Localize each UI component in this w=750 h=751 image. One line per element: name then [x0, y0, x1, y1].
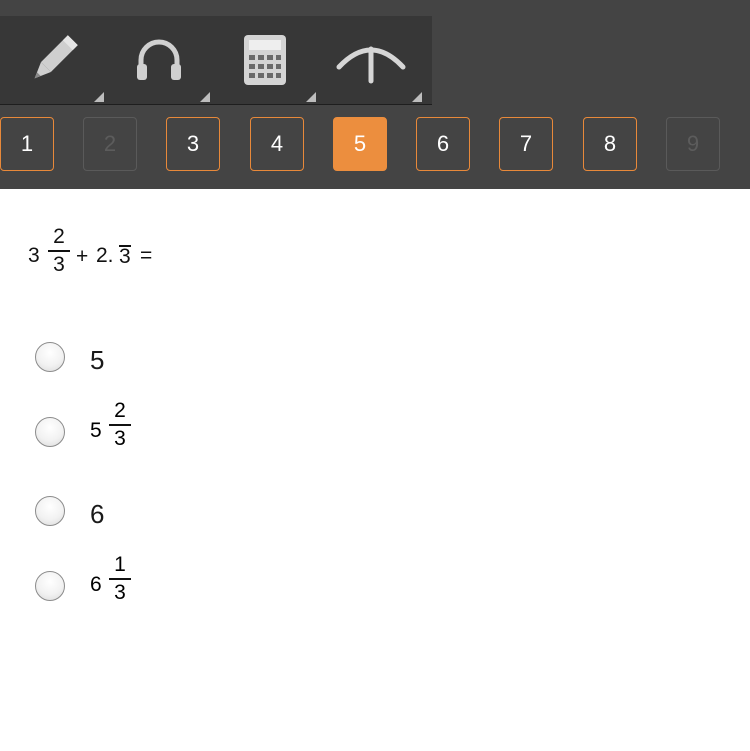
fraction-bar	[109, 578, 131, 580]
option-label: 5	[90, 345, 105, 375]
tool-menu-corner	[412, 92, 422, 102]
compass-tool-button[interactable]	[318, 16, 424, 104]
fraction-denominator: 3	[53, 253, 65, 276]
question-button-7[interactable]: 7	[499, 117, 553, 171]
fraction-bar	[109, 424, 131, 426]
option-fraction: 1 3	[109, 554, 131, 604]
tool-menu-corner	[306, 92, 316, 102]
fraction-denominator: 3	[114, 581, 126, 604]
question-button-5[interactable]: 5	[333, 117, 387, 171]
answer-option-4[interactable]: 6 1 3	[35, 554, 235, 614]
pencil-tool-button[interactable]	[0, 16, 106, 104]
fraction-numerator: 1	[114, 553, 126, 576]
compass-icon	[336, 46, 406, 84]
pencil-icon	[34, 35, 78, 79]
top-bar: 1 2 3 4 5 6 7 8 9	[0, 0, 750, 189]
calculator-icon	[244, 35, 286, 85]
calculator-tool-button[interactable]	[212, 16, 318, 104]
option-label: 6	[90, 499, 105, 529]
question-button-3[interactable]: 3	[166, 117, 220, 171]
option-fraction: 2 3	[109, 400, 131, 450]
answer-option-2[interactable]: 5 2 3	[35, 400, 235, 460]
answer-option-1[interactable]: 5	[35, 340, 235, 400]
mixed-number-whole: 3	[28, 244, 40, 267]
equals-sign: =	[140, 244, 153, 267]
question-button-9: 9	[666, 117, 720, 171]
option-whole: 5	[90, 419, 102, 442]
question-button-4[interactable]: 4	[250, 117, 304, 171]
question-button-6[interactable]: 6	[416, 117, 470, 171]
question-navigation: 1 2 3 4 5 6 7 8 9	[0, 117, 750, 173]
question-button-1[interactable]: 1	[0, 117, 54, 171]
fraction-numerator: 2	[114, 399, 126, 422]
question-button-8[interactable]: 8	[583, 117, 637, 171]
radio-button[interactable]	[35, 342, 65, 372]
toolbar	[0, 16, 432, 105]
repeating-digit: 3	[119, 245, 131, 268]
question-button-2: 2	[83, 117, 137, 171]
option-whole: 6	[90, 573, 102, 596]
fraction: 2 3	[48, 226, 70, 276]
fraction-denominator: 3	[114, 427, 126, 450]
plus-sign: +	[76, 245, 89, 268]
radio-button[interactable]	[35, 496, 65, 526]
tool-menu-corner	[200, 92, 210, 102]
headphones-icon	[137, 39, 181, 80]
radio-button[interactable]	[35, 571, 65, 601]
tool-menu-corner	[94, 92, 104, 102]
fraction-bar	[48, 250, 70, 252]
radio-button[interactable]	[35, 417, 65, 447]
decimal-prefix: 2.	[96, 244, 114, 267]
audio-tool-button[interactable]	[106, 16, 212, 104]
fraction-numerator: 2	[53, 225, 65, 248]
answer-option-3[interactable]: 6	[35, 494, 235, 554]
